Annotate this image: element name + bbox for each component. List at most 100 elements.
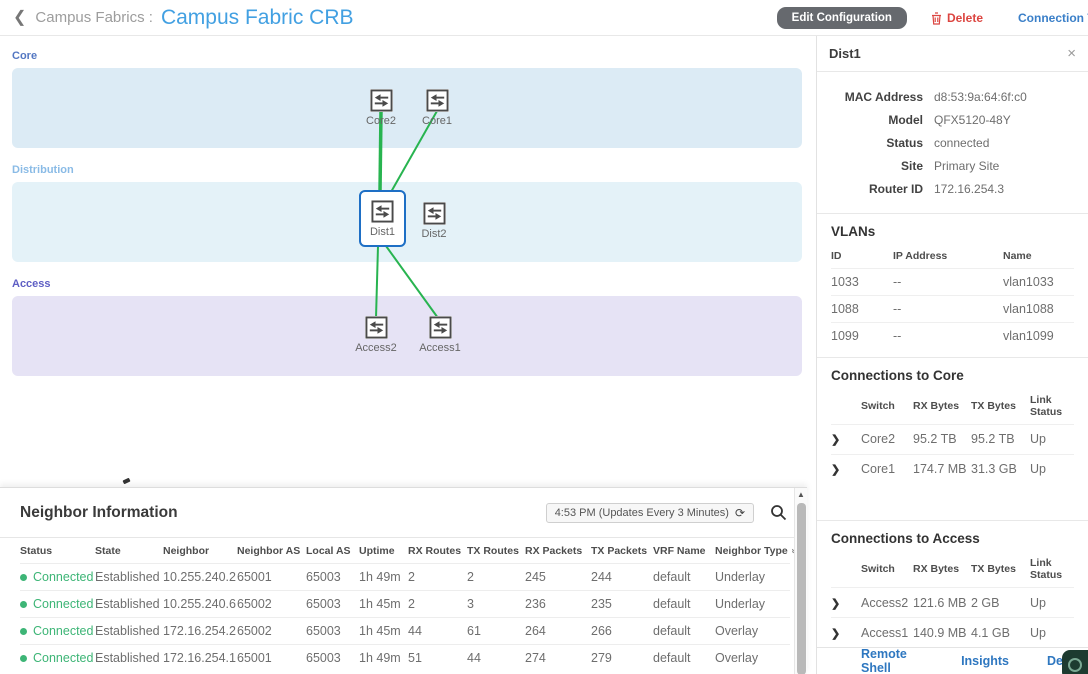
column-header: TX Bytes (971, 553, 1030, 588)
table-cell: 65002 (237, 618, 306, 645)
table-cell: 65001 (237, 564, 306, 591)
field-value: QFX5120-48Y (934, 113, 1011, 127)
table-cell: 140.9 MB (913, 618, 971, 648)
page-title: Campus Fabric CRB (161, 6, 354, 30)
tier-label-access: Access (12, 278, 51, 290)
neighbor-row: ConnectedEstablished10.255.240.265001650… (20, 564, 790, 591)
node-label: Dist2 (421, 228, 446, 240)
column-header: Uptime (359, 538, 408, 564)
chevron-header (831, 390, 861, 425)
node-core1[interactable]: Core1 (414, 89, 460, 127)
chevron-header (831, 553, 861, 588)
scroll-up-icon[interactable]: ▲ (797, 490, 805, 499)
table-cell: 65002 (237, 591, 306, 618)
node-label: Core2 (366, 115, 396, 127)
expand-chevron-icon[interactable]: ❯ (831, 627, 840, 640)
chevron-cell: ❯ (831, 588, 861, 618)
table-cell: 65001 (237, 645, 306, 672)
node-core2[interactable]: Core2 (358, 89, 404, 127)
table-cell: 4.1 GB (971, 618, 1030, 648)
column-header: Status (20, 538, 95, 564)
device-details-panel: Dist1 × MAC Addressd8:53:9a:64:6f:c0Mode… (816, 36, 1088, 674)
table-cell: Core1 (861, 454, 913, 484)
delete-button[interactable]: Delete (931, 11, 983, 25)
column-header: Switch (861, 553, 913, 588)
column-header: TX Routes (467, 538, 525, 564)
table-row: ❯Core1174.7 MB31.3 GBUp (831, 454, 1074, 484)
node-access1[interactable]: Access1 (417, 316, 463, 354)
update-time-control[interactable]: 4:53 PM (Updates Every 3 Minutes) ⟳ (546, 503, 754, 523)
chevron-cell: ❯ (831, 454, 861, 484)
table-cell: 266 (591, 618, 653, 645)
close-icon[interactable]: × (1067, 46, 1076, 61)
insights-link[interactable]: Insights (961, 654, 1009, 668)
table-cell: 174.7 MB (913, 454, 971, 484)
scroll-thumb[interactable] (797, 503, 806, 674)
column-header: Neighbor Type» (715, 538, 790, 564)
table-cell: 236 (525, 591, 591, 618)
field-label: Site (817, 159, 923, 173)
expand-chevron-icon[interactable]: ❯ (831, 463, 840, 476)
column-header: Local AS (306, 538, 359, 564)
back-icon[interactable]: ❮ (13, 10, 26, 26)
table-row: 1099--vlan1099 (831, 323, 1074, 350)
table-cell: vlan1033 (1003, 269, 1074, 296)
search-button[interactable] (770, 504, 787, 521)
switch-icon (423, 202, 446, 225)
table-cell: vlan1099 (1003, 323, 1074, 350)
table-cell: 244 (591, 564, 653, 591)
table-cell: Up (1030, 454, 1074, 484)
table-cell: Underlay (715, 591, 790, 618)
connection-table-label: Connection Ta (1018, 11, 1088, 25)
chevron-cell: ❯ (831, 424, 861, 454)
table-cell: -- (893, 269, 1003, 296)
table-cell: Established (95, 645, 163, 672)
scrollbar[interactable]: ▲ (794, 488, 807, 674)
column-header: Neighbor AS (237, 538, 306, 564)
connections-access-section: Connections to Access SwitchRX BytesTX B… (817, 521, 1088, 648)
status-cell: Connected (20, 564, 95, 591)
remote-shell-link[interactable]: Remote Shell (861, 647, 923, 674)
status-dot-icon (20, 601, 27, 608)
table-cell: 61 (467, 618, 525, 645)
connections-core-title: Connections to Core (831, 368, 1074, 383)
node-dist1-selected[interactable]: Dist1 (359, 190, 406, 247)
vlans-title: VLANs (831, 224, 1074, 239)
table-cell: Access2 (861, 588, 913, 618)
chat-widget-button[interactable] (1062, 650, 1088, 674)
chat-widget-icon (1068, 658, 1082, 672)
table-cell: vlan1088 (1003, 296, 1074, 323)
expand-chevron-icon[interactable]: ❯ (831, 597, 840, 610)
table-cell: default (653, 645, 715, 672)
table-cell: Up (1030, 424, 1074, 454)
field-label: Model (817, 113, 923, 127)
table-cell: default (653, 618, 715, 645)
node-access2[interactable]: Access2 (353, 316, 399, 354)
column-header: TX Packets (591, 538, 653, 564)
edit-configuration-button[interactable]: Edit Configuration (777, 7, 907, 29)
table-row: 1033--vlan1033 (831, 269, 1074, 296)
expand-chevron-icon[interactable]: ❯ (831, 433, 840, 446)
node-dist2[interactable]: Dist2 (411, 202, 457, 240)
table-cell: 1h 49m (359, 645, 408, 672)
table-cell: 51 (408, 645, 467, 672)
table-cell: 1h 45m (359, 591, 408, 618)
table-cell: -- (893, 296, 1003, 323)
table-cell: 44 (467, 645, 525, 672)
core-band (12, 68, 802, 148)
field-label: MAC Address (817, 90, 923, 104)
column-header: Link Status (1030, 390, 1074, 425)
column-header: Name (1003, 246, 1074, 269)
neighbor-panel-title: Neighbor Information (20, 504, 178, 522)
search-icon (770, 504, 787, 521)
node-label: Dist1 (370, 226, 395, 238)
table-cell: 65003 (306, 564, 359, 591)
breadcrumb[interactable]: Campus Fabrics : (35, 9, 153, 26)
table-cell: 65003 (306, 591, 359, 618)
table-cell: 2 (408, 591, 467, 618)
table-cell: 44 (408, 618, 467, 645)
table-cell: 95.2 TB (913, 424, 971, 454)
update-time-label: 4:53 PM (Updates Every 3 Minutes) (555, 507, 729, 519)
table-cell: Established (95, 564, 163, 591)
connection-table-button[interactable]: Connection Ta (1013, 11, 1088, 25)
